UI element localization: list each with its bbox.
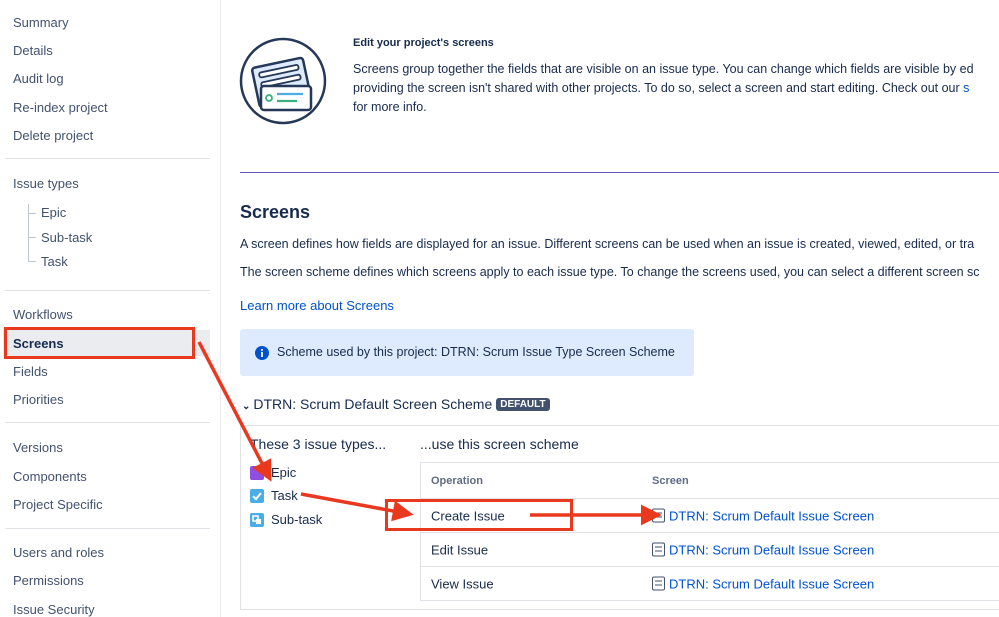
tree-connector [28,261,36,262]
scheme-name: DTRN: Scrum Default Screen Scheme [253,396,493,412]
sidebar-item-reindex-project[interactable]: Re-index project [13,100,108,115]
sidebar-item-issue-types[interactable]: Issue types [13,176,79,191]
sidebar-item-summary[interactable]: Summary [13,15,69,30]
sidebar-item-project-specific[interactable]: Project Specific [13,497,103,512]
screen-link-label: DTRN: Scrum Default Issue Screen [669,542,875,557]
sidebar-item-sub-task[interactable]: Sub-task [41,230,92,245]
issue-type-task: Task [271,488,298,503]
operation-edit-issue: Edit Issue [431,542,489,557]
operation-view-issue: View Issue [431,576,494,591]
sidebar-item-permissions[interactable]: Permissions [13,573,84,588]
sidebar-divider [5,290,210,291]
page-title: Screens [240,202,311,222]
info-icon [255,346,269,360]
sidebar-item-users-and-roles[interactable]: Users and roles [13,545,104,560]
learn-more-link[interactable]: Learn more about Screens [240,298,394,313]
table-row: View Issue DTRN: Scrum Default Issue Scr… [421,567,999,600]
issue-type-sub-task: Sub-task [271,512,323,527]
sidebar-item-components[interactable]: Components [13,469,87,484]
main-content: Edit your project's screens Screens grou… [221,0,999,617]
scheme-expander[interactable]: ⌄ DTRN: Scrum Default Screen Scheme DEFAUL… [242,396,550,412]
section-divider [240,172,999,173]
annotation-highlight-box [385,499,573,531]
sidebar-item-audit-log[interactable]: Audit log [13,71,64,86]
intro-heading: Edit your project's screens [353,37,494,49]
screen-icon [652,576,665,590]
sidebar-item-details[interactable]: Details [13,43,53,58]
sidebar-divider [5,422,210,423]
epic-icon [250,466,264,480]
default-badge: DEFAULT [496,398,550,411]
column-header-operation: Operation [431,474,483,487]
column-header-screen: Screen [652,474,689,487]
project-settings-sidebar: Summary Details Audit log Re-index proje… [0,0,221,617]
scheme-info-text: Scheme used by this project: DTRN: Scrum… [277,345,675,359]
sidebar-item-delete-project[interactable]: Delete project [13,128,93,143]
operations-table: Operation Screen Create Issue DTRN: Scru… [420,462,999,601]
screens-description: The screen scheme defines which screens … [240,265,980,279]
scheme-info-banner: Scheme used by this project: DTRN: Scrum… [240,329,694,376]
screen-link[interactable]: DTRN: Scrum Default Issue Screen [652,508,874,523]
sidebar-item-task[interactable]: Task [41,254,68,269]
sidebar-divider [5,158,210,159]
intro-text: for more info. [353,100,427,114]
screens-illustration-icon [239,37,327,125]
screen-link[interactable]: DTRN: Scrum Default Issue Screen [652,576,874,591]
sidebar-item-workflows[interactable]: Workflows [13,307,73,322]
sidebar-item-fields[interactable]: Fields [13,364,48,379]
sidebar-item-versions[interactable]: Versions [13,440,63,455]
sub-task-icon [250,513,264,527]
intro-docs-link[interactable]: s [963,81,969,95]
tree-connector [28,213,36,214]
annotation-highlight-box [4,327,195,359]
intro-text-segment: providing the screen isn't shared with o… [353,81,964,95]
screen-icon [652,542,665,556]
chevron-down-icon: ⌄ [242,401,251,412]
screen-link-label: DTRN: Scrum Default Issue Screen [669,576,875,591]
issue-types-heading: These 3 issue types... [250,436,387,452]
screens-description: A screen defines how fields are displaye… [240,237,975,251]
sidebar-item-priorities[interactable]: Priorities [13,392,64,407]
issue-type-epic: Epic [271,465,297,480]
tree-connector [28,237,36,238]
sidebar-item-issue-security[interactable]: Issue Security [13,602,95,617]
intro-text: Screens group together the fields that a… [353,62,974,76]
table-header: Operation Screen [421,463,999,499]
screen-link-label: DTRN: Scrum Default Issue Screen [669,508,875,523]
screen-link[interactable]: DTRN: Scrum Default Issue Screen [652,542,874,557]
table-row: Edit Issue DTRN: Scrum Default Issue Scr… [421,533,999,567]
task-icon [250,489,264,503]
screen-scheme-heading: ...use this screen scheme [420,436,579,452]
sidebar-divider [5,528,210,529]
sidebar-item-epic[interactable]: Epic [41,205,66,220]
intro-text: providing the screen isn't shared with o… [353,81,969,95]
screen-icon [652,508,665,522]
